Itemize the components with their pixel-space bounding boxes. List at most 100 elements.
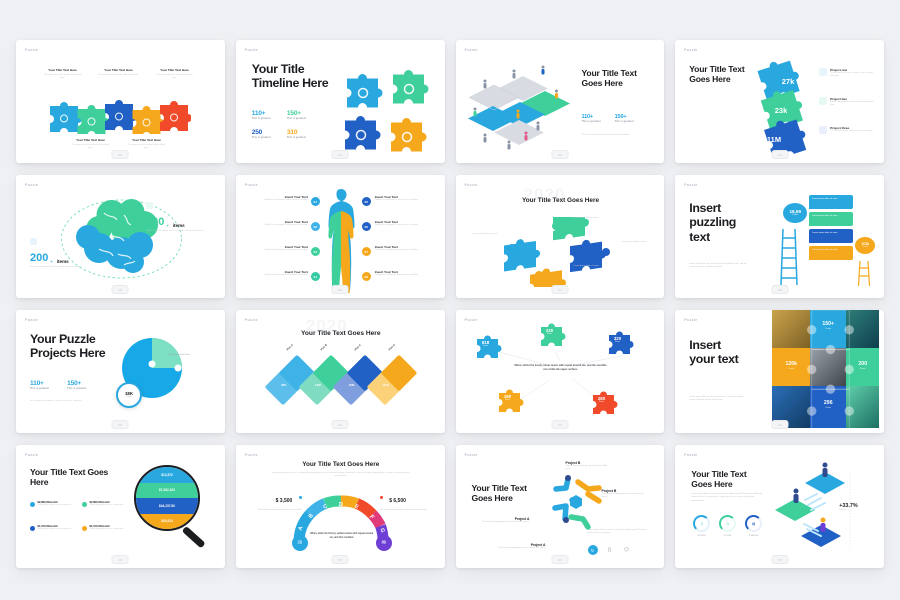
stat-body: Their a computer allows which their made… [146, 230, 205, 232]
slide-nav-button[interactable]: ▭ [771, 150, 789, 159]
body-step-badge-08: 08 [361, 272, 371, 281]
slide-title: Your Title Text Goes Here [691, 469, 747, 490]
caption-bottom-1: Your Title Text Here This quick whole fo… [70, 138, 111, 150]
ladder-icon-small [858, 261, 871, 287]
body-item-left-4: Insert Your Text Totally list ut categor… [256, 270, 307, 277]
slide-nav-button[interactable]: ▭ [331, 150, 349, 159]
slide-thumbnail-10[interactable]: Puzzle 2020 Your Title Text Goes Here Pl… [235, 310, 445, 433]
slide-thumbnail-12[interactable]: Puzzle Insert your text Lorem ipsum dolo… [675, 310, 884, 433]
slide-thumbnail-7[interactable]: Puzzle 2020 Your Title Text Goes Here Lo… [455, 175, 665, 298]
pin-icon [30, 238, 37, 245]
slide-thumbnail-grid: Puzzle Your Title Text Here This quote a… [0, 0, 900, 600]
nav-glyph: ▭ [777, 556, 782, 562]
slide-thumbnail-4[interactable]: Puzzle Your Title Text Goes Here 27k 23k… [675, 40, 884, 163]
stat-4: 310 This is greatest [287, 129, 306, 139]
slide-nav-button[interactable]: ▭ [771, 555, 789, 564]
caption-body: This quick whole for values. Sed ut best… [72, 143, 109, 149]
legend-body: Lorem ipsum dolor sit amet, consectetur. [37, 504, 72, 506]
body-step-badge-03: 03 [310, 247, 320, 256]
slide-thumbnail-11[interactable]: Puzzle 818 Points 230 Points 320 Points … [455, 310, 665, 433]
stat-label: This is greatest [614, 120, 634, 123]
nav-glyph: ▭ [118, 286, 123, 292]
slide-nav-button[interactable]: ▭ [771, 285, 789, 294]
folder-icon [819, 97, 828, 105]
step-number: 08 [364, 274, 368, 279]
puzzle-knob-overlay [807, 310, 855, 433]
lock-icon[interactable]: ▯ [605, 545, 615, 555]
slide-nav-button[interactable]: ▭ [331, 285, 349, 294]
body-item-right-2: Insert Your Text Totally list ut categor… [375, 220, 427, 227]
slide-nav-button[interactable]: ▭ [111, 420, 129, 429]
caption-body: This quote allows the author. Sed ut bes… [43, 73, 82, 79]
slide-nav-button[interactable]: ▭ [111, 150, 129, 159]
stat-value: 150+ [67, 380, 82, 387]
nav-glyph: ▭ [118, 151, 123, 157]
slide-thumbnail-5[interactable]: Puzzle 200 + items Their a list variatio… [16, 175, 225, 298]
slide-nav-button[interactable]: ▭ [551, 555, 569, 564]
clock-icon: ◷ [726, 521, 730, 526]
slide-thumbnail-13[interactable]: Puzzle Your Title Text Goes Here $2,890,… [16, 445, 225, 568]
item-body: Totally list ut category. Lorem ipsum a … [374, 249, 419, 251]
ladder-icon [780, 229, 798, 286]
slide-thumbnail-14[interactable]: Puzzle Your Title Text Goes Here Lorem i… [235, 445, 445, 568]
slide-thumbnail-16[interactable]: Puzzle Your Title Text Goes Here Lorem i… [675, 445, 884, 568]
slide-nav-button[interactable]: ▭ [111, 285, 129, 294]
badge-unit: Points [381, 544, 386, 546]
donut-badge: 18K Points [116, 382, 142, 408]
slide-title: Your Title Text Goes Here [302, 461, 380, 468]
legend-body: Lorem ipsum dolor sit amet, consectetur. [89, 504, 124, 506]
photo-mosaic: 150+ Points 120k Points 200 Points 296 P… [772, 310, 884, 433]
stat-value: 110+ [251, 110, 266, 117]
stat-body: Their a list variation which their made … [30, 266, 81, 268]
legend-item-3: $1,150,00/month Lorem ipsum dolor sit am… [30, 525, 72, 531]
right-badge: 90 Points [375, 535, 392, 551]
slide-nav-button[interactable]: ▭ [551, 285, 569, 294]
caption-top-2: Your Title Text Here This quick whole th… [98, 68, 139, 77]
legend-dot [30, 525, 35, 531]
svg-text:23k: 23k [775, 106, 788, 115]
slide-nav-button[interactable]: ▭ [111, 555, 129, 564]
item-body: Totally list ut category. Lorem ipsum a … [264, 199, 308, 201]
piece-label: Points [614, 341, 621, 344]
slide-nav-button[interactable]: ▭ [551, 150, 569, 159]
slide-thumbnail-1[interactable]: Puzzle Your Title Text Here This quote a… [16, 40, 225, 163]
slide-tag: Puzzle [464, 48, 478, 52]
shield-icon[interactable]: ⬠ [622, 545, 632, 555]
slide-thumbnail-15[interactable]: Puzzle Your Title Text Goes Here Project… [455, 445, 665, 568]
stat-2: 150+ This is greatest [287, 110, 306, 120]
project-body: Lorem sed go donec section, odio conseq … [830, 101, 874, 107]
step-label-d: Plan D [387, 343, 396, 352]
donut-1: ▯ $ 28,091 [693, 515, 711, 538]
body-item-right-3: Insert Your Text Totally list ut categor… [375, 245, 427, 252]
callout-right: Lorem ipsum dolor sit amet [621, 241, 647, 243]
slide-thumbnail-2[interactable]: Puzzle Your Title Timeline Here 110+ Thi… [235, 40, 445, 163]
caption-title: Your Title Text Here [48, 68, 77, 72]
brain-stat-left: 200 + items Their a list variation which… [30, 235, 88, 269]
bubble-unit: Points [792, 214, 799, 217]
slide-tag: Puzzle [25, 48, 39, 52]
slide-thumbnail-9[interactable]: Puzzle Your Puzzle Projects Here 110+ Th… [16, 310, 225, 433]
caption-body: This quick which for needs. Sed ut best … [156, 73, 193, 79]
slide-title: Your Title Text Goes Here [300, 330, 381, 337]
speech-bar-3: Lorem ipsum dolor sit amet [809, 229, 854, 243]
funnel-value-1: $12,872 [161, 472, 173, 477]
slide-thumbnail-8[interactable]: Puzzle Insert puzzling text Lorem ipsum … [675, 175, 884, 298]
donut-value: $ 988,119 [749, 534, 759, 537]
caption-top-1: Your Title Text Here This quote allows t… [42, 68, 83, 80]
refresh-icon[interactable]: ↻ [587, 545, 598, 555]
speech-bar-2: Lorem ipsum dolor sit amet [809, 212, 854, 226]
slide-tag: Puzzle [244, 318, 259, 322]
magnifier-lens: $12,872 $7,932,320 $44,237.80 $23,613 [134, 465, 200, 531]
bar-text: Lorem ipsum dolor sit amet [812, 215, 838, 217]
body-item-right-1: Insert Your Text Totally list ut categor… [375, 195, 427, 202]
puzzle-chain-graphic [50, 100, 191, 134]
slide-nav-button[interactable]: ▭ [331, 420, 349, 429]
slide-thumbnail-3[interactable]: Puzzle Your Title Text Goes Here 110+ Th… [455, 40, 665, 163]
slide-nav-button[interactable]: ▭ [331, 555, 349, 564]
slide-nav-button[interactable]: ▭ [551, 420, 569, 429]
slide-thumbnail-6[interactable]: Puzzle Insert Your Text Totally list ut … [235, 175, 445, 298]
stat-value: 250 [251, 129, 263, 136]
funnel-value-4: $23,613 [161, 519, 173, 524]
caption-title: Your Title Text Here [104, 68, 133, 72]
slide-nav-button[interactable]: ▭ [771, 420, 789, 429]
